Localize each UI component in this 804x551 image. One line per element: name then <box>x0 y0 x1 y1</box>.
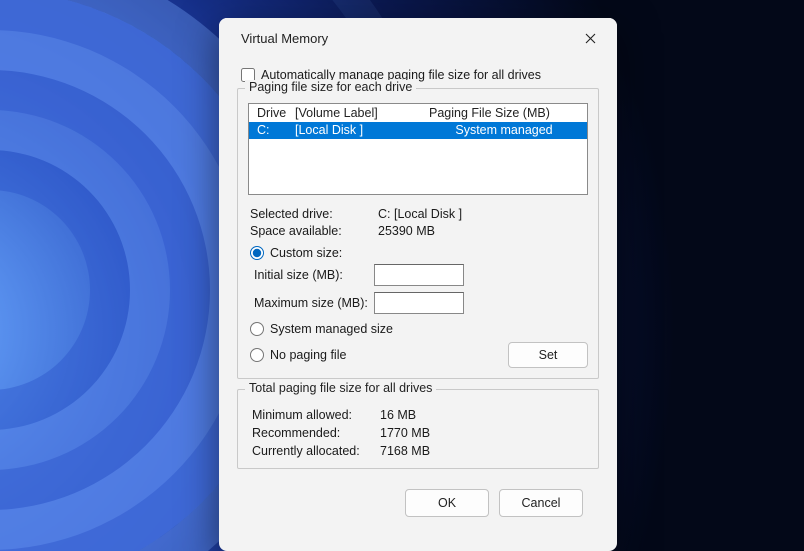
custom-size-radio[interactable] <box>250 246 264 260</box>
drive-fieldset: Paging file size for each drive Drive [V… <box>237 88 599 379</box>
custom-size-label: Custom size: <box>270 246 342 260</box>
totals-grid: Minimum allowed: 16 MB Recommended: 1770… <box>248 408 588 458</box>
min-allowed-value: 16 MB <box>380 408 588 422</box>
drive-list-header: Drive [Volume Label] Paging File Size (M… <box>249 104 587 122</box>
set-button[interactable]: Set <box>508 342 588 368</box>
selected-drive-info: Selected drive: C: [Local Disk ] Space a… <box>248 207 588 238</box>
recommended-value: 1770 MB <box>380 426 588 440</box>
close-icon <box>585 33 596 44</box>
virtual-memory-dialog: Virtual Memory Automatically manage pagi… <box>219 18 617 551</box>
max-size-label: Maximum size (MB): <box>254 296 374 310</box>
currently-allocated-value: 7168 MB <box>380 444 588 458</box>
close-button[interactable] <box>569 22 611 54</box>
space-available-label: Space available: <box>250 224 378 238</box>
header-drive: Drive <box>257 106 295 120</box>
drive-fieldset-legend: Paging file size for each drive <box>245 80 416 94</box>
custom-size-row[interactable]: Custom size: <box>248 246 588 260</box>
recommended-label: Recommended: <box>252 426 380 440</box>
max-size-input[interactable] <box>374 292 464 314</box>
no-paging-set-row: No paging file Set <box>248 342 588 368</box>
currently-allocated-label: Currently allocated: <box>252 444 380 458</box>
drive-row-volume: [Local Disk ] <box>295 123 429 137</box>
no-paging-row[interactable]: No paging file <box>248 348 508 362</box>
window-title: Virtual Memory <box>241 31 569 46</box>
selected-drive-label: Selected drive: <box>250 207 378 221</box>
initial-size-label: Initial size (MB): <box>254 268 374 282</box>
totals-fieldset: Total paging file size for all drives Mi… <box>237 389 599 469</box>
header-size: Paging File Size (MB) <box>429 106 579 120</box>
system-managed-label: System managed size <box>270 322 393 336</box>
selected-drive-value: C: [Local Disk ] <box>378 207 588 221</box>
drive-row-size: System managed <box>429 123 579 137</box>
no-paging-label: No paging file <box>270 348 346 362</box>
header-volume: [Volume Label] <box>295 106 429 120</box>
drive-row-drive: C: <box>257 123 295 137</box>
ok-button[interactable]: OK <box>405 489 489 517</box>
initial-size-input[interactable] <box>374 264 464 286</box>
no-paging-radio[interactable] <box>250 348 264 362</box>
dialog-content: Automatically manage paging file size fo… <box>219 58 617 551</box>
space-available-value: 25390 MB <box>378 224 588 238</box>
system-managed-radio[interactable] <box>250 322 264 336</box>
min-allowed-label: Minimum allowed: <box>252 408 380 422</box>
dialog-footer: OK Cancel <box>237 479 599 517</box>
drive-row[interactable]: C: [Local Disk ] System managed <box>249 122 587 139</box>
cancel-button[interactable]: Cancel <box>499 489 583 517</box>
titlebar: Virtual Memory <box>219 18 617 58</box>
totals-legend: Total paging file size for all drives <box>245 381 436 395</box>
system-managed-row[interactable]: System managed size <box>248 322 588 336</box>
size-grid: Initial size (MB): Maximum size (MB): <box>248 264 588 314</box>
drive-list[interactable]: Drive [Volume Label] Paging File Size (M… <box>248 103 588 195</box>
